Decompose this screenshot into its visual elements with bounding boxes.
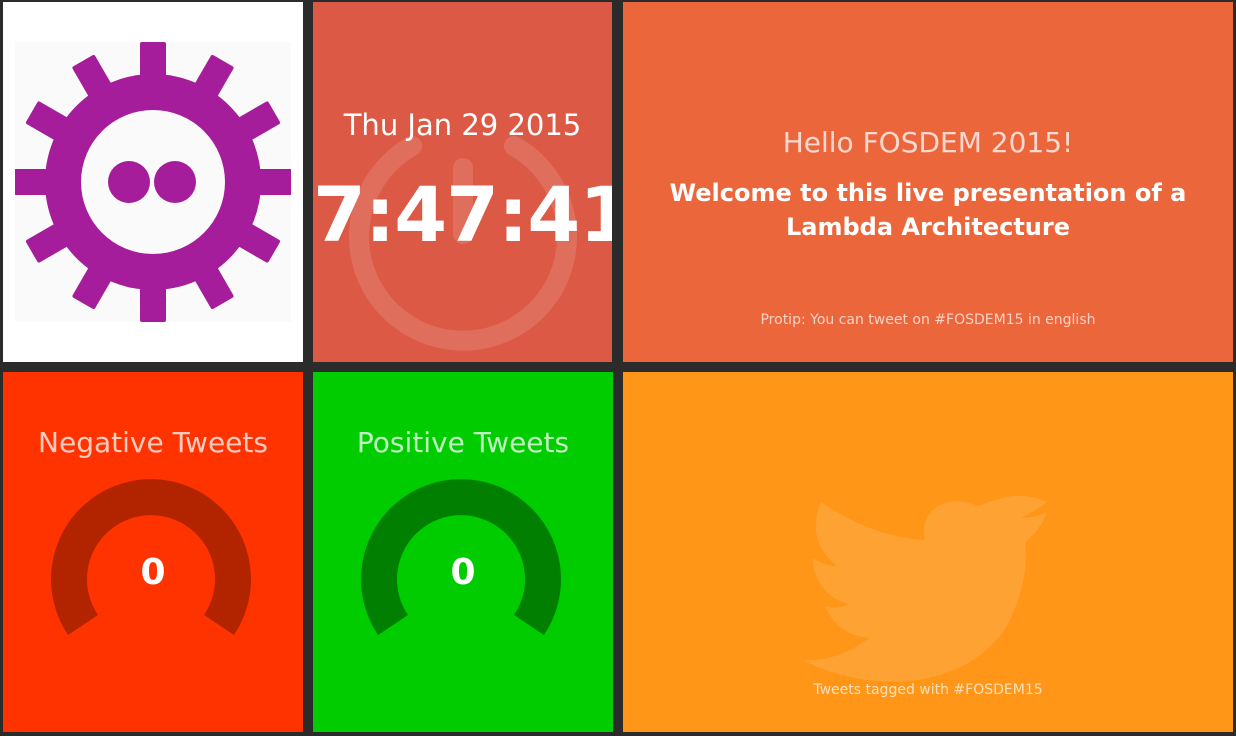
fosdem-gear-logo-icon [13,42,293,322]
logo-image [13,42,293,322]
tweets-more-info: Tweets tagged with #FOSDEM15 [813,682,1043,698]
welcome-tile: Hello FOSDEM 2015! Welcome to this live … [623,2,1233,362]
negative-tweets-value: 0 [140,552,166,593]
twitter-bird-icon [803,495,1047,682]
negative-tweets-tile: Negative Tweets 0 [3,372,303,732]
clock-tile: Thu Jan 29 2015 7:47:41 [313,2,612,362]
clock-time: 7:47:41 [313,170,612,259]
positive-tweets-value: 0 [450,552,476,593]
logo-tile [3,2,303,362]
welcome-more-info: Protip: You can tweet on #FOSDEM15 in en… [760,312,1096,328]
welcome-title: Hello FOSDEM 2015! [782,126,1074,159]
welcome-text: Welcome to this live presentation of a L… [669,179,1187,241]
positive-tweets-tile: Positive Tweets 0 [313,372,613,732]
tweets-tile: Tweets tagged with #FOSDEM15 [623,372,1233,732]
clock-date: Thu Jan 29 2015 [343,108,582,142]
